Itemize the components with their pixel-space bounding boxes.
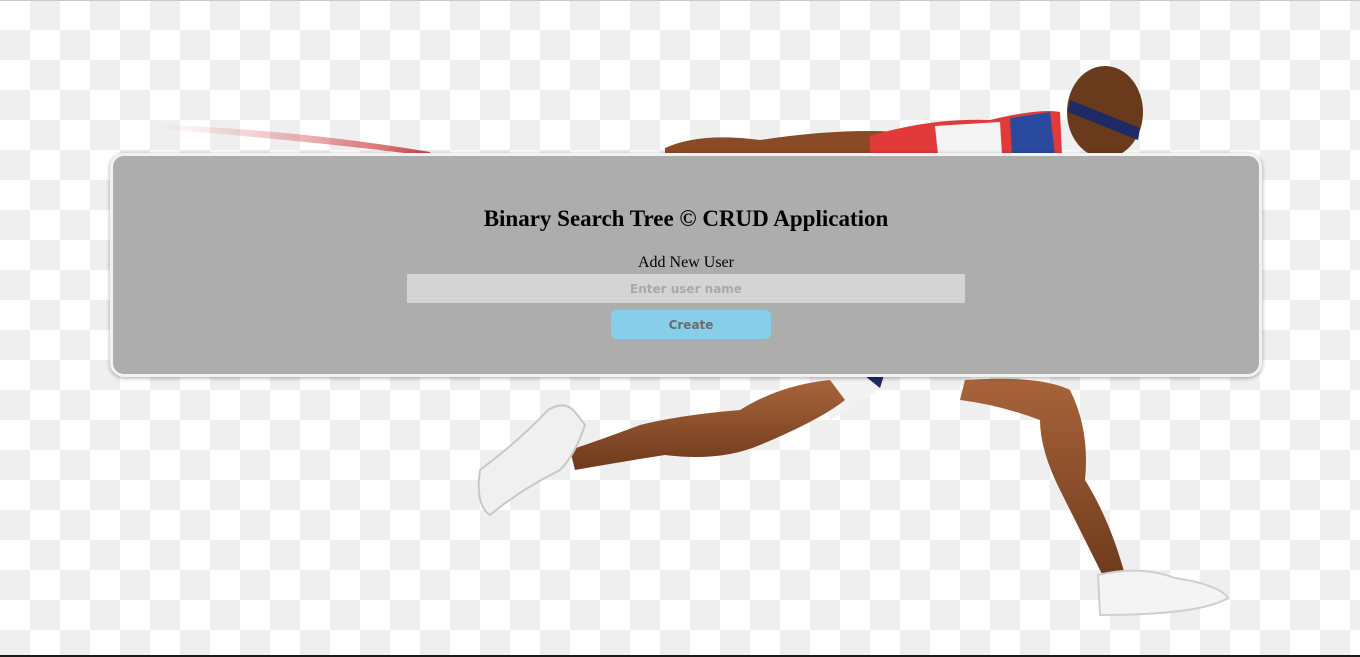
page-title: Binary Search Tree © CRUD Application — [483, 206, 889, 231]
create-button[interactable]: Create — [611, 310, 771, 339]
main-panel: Binary Search Tree © CRUD Application Ad… — [110, 153, 1262, 377]
add-user-label: Add New User — [638, 254, 734, 271]
user-name-input[interactable] — [407, 274, 965, 303]
